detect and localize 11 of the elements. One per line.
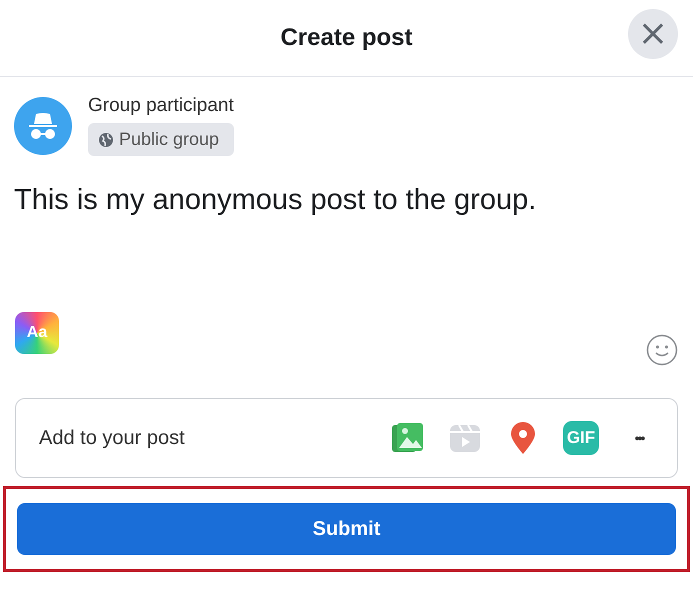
post-text[interactable]: This is my anonymous post to the group. (0, 156, 693, 306)
submit-button[interactable]: Submit (17, 503, 676, 555)
add-to-post-label: Add to your post (39, 426, 185, 450)
incognito-avatar-icon (14, 96, 72, 154)
dialog-title: Create post (280, 24, 413, 52)
audience-button[interactable]: Public group (88, 123, 234, 156)
globe-icon (98, 132, 114, 148)
more-button[interactable]: ••• (621, 430, 657, 446)
emoji-icon[interactable] (646, 334, 678, 366)
author-name: Group participant (88, 95, 234, 117)
close-button[interactable]: × (628, 9, 678, 59)
